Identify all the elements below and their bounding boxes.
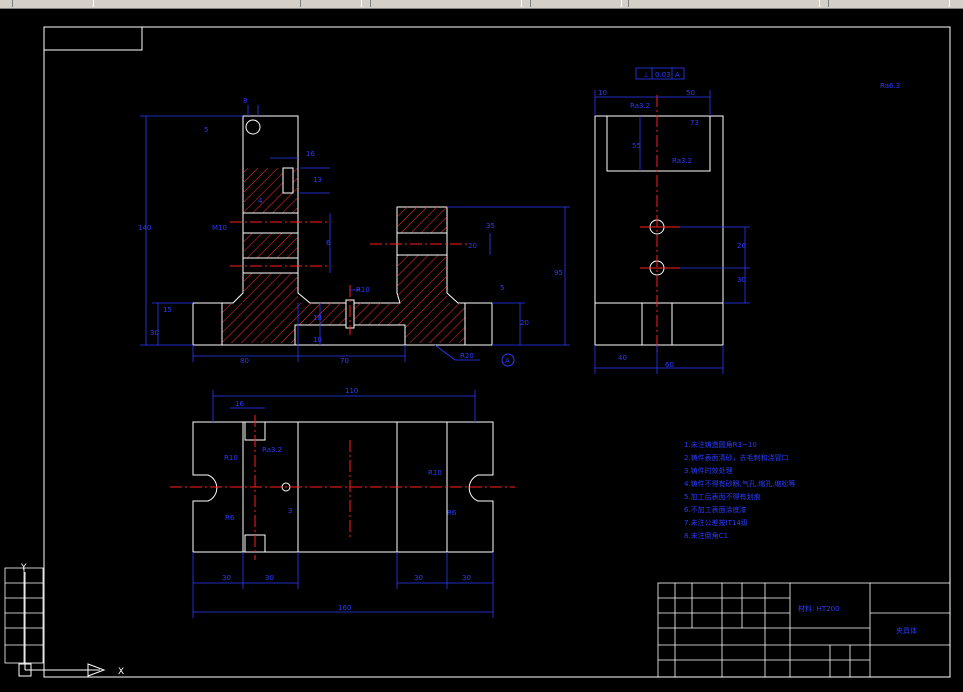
dim-front-r10: R10 bbox=[356, 286, 370, 294]
dim-side-10: 10 bbox=[598, 89, 607, 97]
drawing-canvas[interactable]: 8 5 16 13 4 M10 6 140 35 20 95 80 70 R10… bbox=[0, 8, 963, 688]
dim-front-10: 10 bbox=[313, 336, 322, 344]
rough-2: Ra3.2 bbox=[672, 157, 692, 165]
rough-1: Ra3.2 bbox=[630, 102, 650, 110]
dim-front-15: 15 bbox=[163, 306, 172, 314]
front-view: 8 5 16 13 4 M10 6 140 35 20 95 80 70 R10… bbox=[138, 97, 570, 367]
dim-side-60: 60 bbox=[665, 361, 674, 369]
note-5: 5.加工后表面不得有划痕 bbox=[684, 492, 761, 501]
dim-top-30a: 30 bbox=[222, 574, 231, 582]
dim-top-30d: 30 bbox=[462, 574, 471, 582]
dim-top-3: 3 bbox=[288, 507, 292, 515]
note-4: 4.铸件不得有砂眼,气孔,缩孔,缩松等 bbox=[684, 479, 795, 488]
datum-label: A bbox=[505, 357, 510, 365]
dim-side-73: 73 bbox=[690, 119, 699, 127]
note-3: 3.铸件时效处理 bbox=[684, 466, 733, 475]
rough-general: Ra6.3 bbox=[880, 82, 900, 90]
dim-front-18: 18 bbox=[313, 314, 322, 322]
dim-front-13: 13 bbox=[313, 176, 322, 184]
dim-top-r10b: R10 bbox=[428, 469, 442, 477]
dim-front-5b: 5 bbox=[500, 284, 504, 292]
linetype-dropdown[interactable] bbox=[828, 0, 950, 7]
dim-front-95: 95 bbox=[554, 269, 563, 277]
ucs-x-label: X bbox=[118, 667, 124, 677]
dim-front-20b: 20 bbox=[520, 319, 529, 327]
dim-top-110: 110 bbox=[345, 387, 358, 395]
drawing-border bbox=[43, 26, 951, 678]
dim-front-m10: M10 bbox=[212, 224, 227, 232]
dim-front-140: 140 bbox=[138, 224, 151, 232]
note-7: 7.未注公差按IT14级 bbox=[684, 518, 748, 527]
dim-front-16: 16 bbox=[306, 150, 315, 158]
dim-side-50: 50 bbox=[686, 89, 695, 97]
tol-value: 0.03 bbox=[655, 71, 671, 79]
top-view: 110 16 R10 R6 3 R10 R6 30 30 30 30 160 bbox=[170, 387, 515, 618]
dim-front-20: 20 bbox=[468, 242, 477, 250]
note-8: 8.未注倒角C1 bbox=[684, 531, 728, 540]
title-part-name: 夹具体 bbox=[896, 626, 917, 635]
toolbar-group-1[interactable] bbox=[12, 0, 94, 7]
dim-front-4: 4 bbox=[258, 197, 263, 205]
note-2: 2.铸件表面清砂，去毛刺和浇冒口 bbox=[684, 453, 789, 462]
layer-dropdown[interactable] bbox=[628, 0, 820, 7]
title-material: 材料: HT200 bbox=[798, 604, 839, 613]
cad-drawing: 8 5 16 13 4 M10 6 140 35 20 95 80 70 R10… bbox=[4, 26, 951, 678]
toolbar-group-3[interactable] bbox=[370, 0, 522, 7]
dim-side-30: 30 bbox=[737, 276, 746, 284]
left-symbol-table bbox=[4, 567, 44, 664]
dim-top-r6: R6 bbox=[225, 514, 235, 522]
dim-top-r10: R10 bbox=[224, 454, 238, 462]
tol-ref: A bbox=[675, 71, 680, 79]
dim-front-70: 70 bbox=[340, 357, 349, 365]
dim-front-30: 30 bbox=[150, 329, 159, 337]
dim-front-top: 8 bbox=[243, 97, 247, 105]
dim-front-m10b: 6 bbox=[326, 239, 331, 247]
dim-top-16: 16 bbox=[235, 400, 244, 408]
dim-top-30b: 30 bbox=[265, 574, 274, 582]
dim-side-26: 26 bbox=[737, 242, 746, 250]
toolbar-group-4[interactable] bbox=[530, 0, 622, 7]
dim-side-40: 40 bbox=[618, 354, 627, 362]
dim-top-30c: 30 bbox=[414, 574, 423, 582]
rough-3: Ra3.2 bbox=[262, 446, 282, 454]
dim-front-80: 80 bbox=[240, 357, 249, 365]
dim-top-160: 160 bbox=[338, 604, 351, 612]
dim-front-5: 5 bbox=[204, 126, 208, 134]
technical-notes: 1.未注铸造圆角R3~10 2.铸件表面清砂，去毛刺和浇冒口 3.铸件时效处理 … bbox=[684, 440, 795, 540]
corner-stamp-box bbox=[43, 26, 143, 51]
note-1: 1.未注铸造圆角R3~10 bbox=[684, 440, 757, 449]
dim-front-r20: R20 bbox=[460, 352, 474, 360]
dim-front-35: 35 bbox=[486, 222, 495, 230]
dim-side-55: 55 bbox=[632, 142, 641, 150]
dim-top-r6b: R6 bbox=[447, 509, 457, 517]
ucs-icon: Y X bbox=[18, 563, 124, 677]
toolbar-group-2[interactable] bbox=[300, 0, 362, 7]
note-6: 6.不加工表面涂底漆 bbox=[684, 505, 747, 514]
tol-symbol: ⊥ bbox=[643, 71, 649, 79]
